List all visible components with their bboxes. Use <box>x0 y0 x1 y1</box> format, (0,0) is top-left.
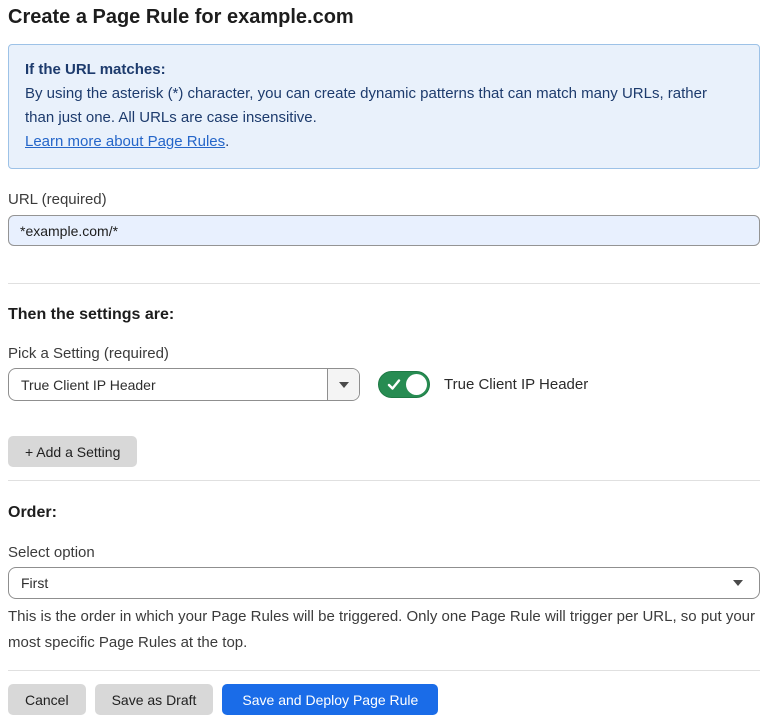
section-divider <box>8 480 760 481</box>
info-box-heading: If the URL matches: <box>25 58 743 82</box>
settings-section-heading: Then the settings are: <box>8 305 760 324</box>
check-icon <box>387 378 401 391</box>
setting-select-arrow-button[interactable] <box>327 369 359 400</box>
toggle-label: True Client IP Header <box>444 376 588 393</box>
url-match-info-box: If the URL matches: By using the asteris… <box>8 44 760 169</box>
info-box-link-line: Learn more about Page Rules. <box>25 130 743 154</box>
url-field-label: URL (required) <box>8 191 760 209</box>
save-as-draft-button[interactable]: Save as Draft <box>95 684 214 715</box>
actions-row: Cancel Save as Draft Save and Deploy Pag… <box>8 684 760 715</box>
setting-select[interactable]: True Client IP Header <box>8 368 360 401</box>
info-box-body: By using the asterisk (*) character, you… <box>25 82 737 130</box>
order-select-value: First <box>21 575 48 591</box>
chevron-down-icon <box>339 382 349 388</box>
true-client-ip-toggle[interactable] <box>378 371 430 398</box>
section-divider <box>8 283 760 284</box>
add-setting-button[interactable]: + Add a Setting <box>8 436 137 467</box>
url-input[interactable] <box>8 215 760 246</box>
setting-row: True Client IP Header True Client IP Hea… <box>8 368 760 401</box>
setting-toggle-group: True Client IP Header <box>378 371 588 398</box>
setting-select-value: True Client IP Header <box>9 369 327 400</box>
section-divider <box>8 670 760 671</box>
select-option-label: Select option <box>8 544 760 562</box>
save-and-deploy-button[interactable]: Save and Deploy Page Rule <box>222 684 438 715</box>
learn-more-link[interactable]: Learn more about Page Rules <box>25 133 225 150</box>
chevron-down-icon <box>733 580 743 586</box>
cancel-button[interactable]: Cancel <box>8 684 86 715</box>
link-period: . <box>225 133 229 150</box>
toggle-knob <box>406 374 427 395</box>
order-select[interactable]: First <box>8 567 760 599</box>
order-section-heading: Order: <box>8 503 760 522</box>
page-title: Create a Page Rule for example.com <box>8 5 760 29</box>
pick-setting-label: Pick a Setting (required) <box>8 345 760 363</box>
order-help-text: This is the order in which your Page Rul… <box>8 604 760 656</box>
